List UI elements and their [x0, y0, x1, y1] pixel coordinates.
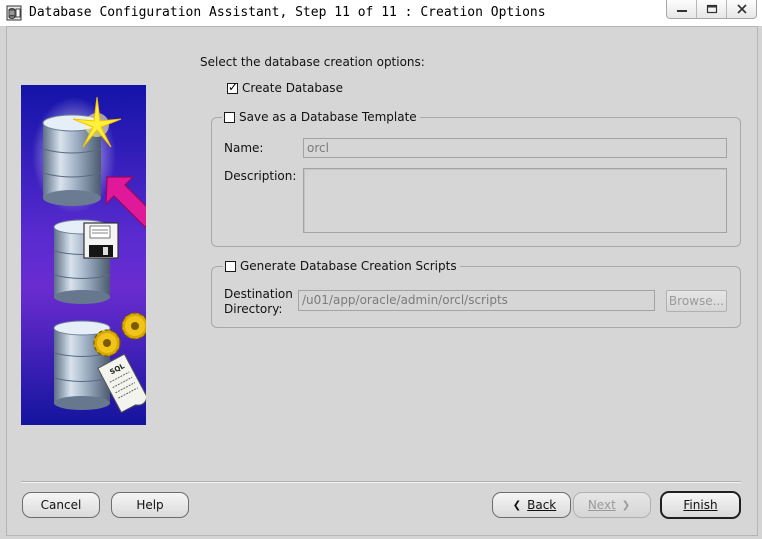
minimize-icon [676, 10, 687, 12]
cancel-button[interactable]: Cancel [22, 492, 100, 518]
create-database-checkbox[interactable] [227, 80, 238, 94]
maximize-icon [706, 4, 717, 14]
window-title: Database Configuration Assistant, Step 1… [29, 5, 546, 20]
next-button[interactable]: Next ❯ [573, 492, 651, 518]
footer-separator [21, 481, 741, 483]
title-bar: Database Configuration Assistant, Step 1… [0, 0, 762, 27]
close-icon [736, 4, 747, 14]
create-database-option[interactable]: Create Database [225, 80, 346, 95]
template-description-textarea[interactable] [303, 168, 727, 233]
cancel-label: Cancel [40, 498, 82, 512]
window-controls [666, 0, 757, 19]
create-database-label: Create Database [242, 81, 343, 95]
finish-label: Finish [683, 498, 718, 512]
save-template-label: Save as a Database Template [239, 110, 417, 124]
instruction-text: Select the database creation options: [200, 55, 425, 69]
finish-button[interactable]: Finish [660, 491, 741, 519]
back-arrow-icon: ❮ [512, 499, 522, 511]
dbca-app-icon [6, 5, 22, 21]
minimize-button[interactable] [667, 0, 697, 18]
template-name-input[interactable]: orcl [303, 138, 727, 158]
help-label: Help [136, 498, 164, 512]
floppy-database-icon [53, 219, 119, 304]
next-arrow-icon: ❯ [621, 499, 631, 511]
back-button[interactable]: ❮ Back [492, 492, 571, 518]
floppy-disk-icon [83, 222, 119, 259]
save-template-option[interactable]: Save as a Database Template [222, 110, 420, 124]
destination-directory-input[interactable]: /u01/app/oracle/admin/orcl/scripts [298, 290, 655, 311]
back-label: Back [527, 498, 557, 512]
wizard-illustration: SQL [21, 85, 146, 425]
generate-scripts-option[interactable]: Generate Database Creation Scripts [223, 259, 460, 273]
generate-scripts-label: Generate Database Creation Scripts [240, 259, 457, 273]
destination-label-line1: Destination [224, 287, 293, 301]
generate-scripts-checkbox[interactable] [225, 260, 236, 272]
destination-label-line2: Directory: [224, 302, 283, 316]
name-label: Name: [224, 141, 264, 155]
description-label: Description: [224, 169, 297, 183]
close-button[interactable] [727, 0, 756, 18]
next-label: Next [587, 498, 616, 512]
save-template-checkbox[interactable] [224, 111, 235, 123]
maximize-button[interactable] [697, 0, 727, 18]
browse-button[interactable]: Browse... [666, 290, 727, 312]
help-button[interactable]: Help [111, 492, 189, 518]
